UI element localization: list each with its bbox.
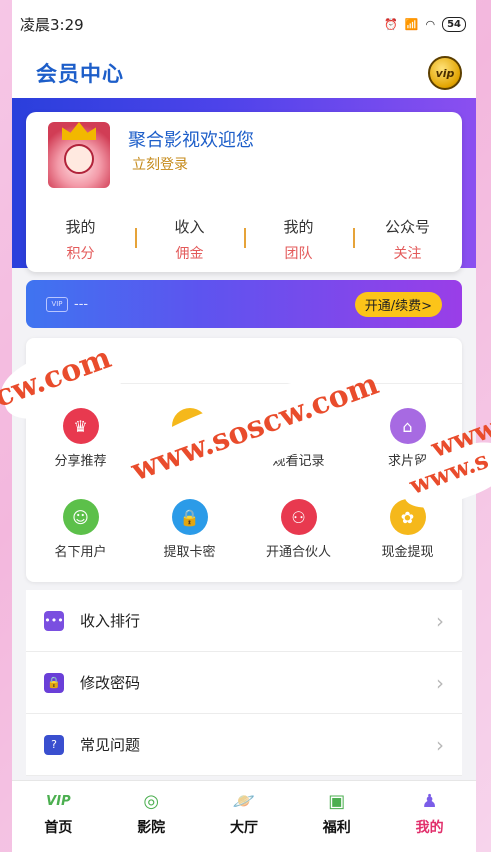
renew-button[interactable]: 开通/续费>	[354, 291, 442, 317]
stat-team[interactable]: 我的 团队	[244, 216, 353, 263]
menu-item-faq[interactable]: ? 常见问题 ›	[26, 714, 462, 776]
stat-label: 我的	[283, 218, 314, 236]
gift-icon: ▣	[328, 790, 346, 812]
status-icons: ⏰ 📶 ◠ 54	[384, 16, 466, 32]
tab-label: 影院	[137, 820, 166, 836]
stat-official-account[interactable]: 公众号 关注	[353, 216, 462, 263]
alarm-icon: ⏰	[384, 17, 398, 31]
tool-label: 现金提现	[381, 545, 434, 560]
stat-label: 我的	[65, 218, 96, 236]
stat-label: 收入	[174, 218, 205, 236]
avatar-face	[64, 144, 94, 174]
tab-welfare[interactable]: ▣ 福利	[290, 781, 383, 852]
bottom-tab-bar: VIP 首页 ◎ 影院 🪐 大厅 ▣ 福利 ♟ 我的	[12, 780, 476, 852]
page-header: 会员中心 vip	[12, 48, 476, 98]
tab-home[interactable]: VIP 首页	[12, 781, 105, 852]
welcome-text: 聚合影视欢迎您	[128, 130, 254, 151]
menu-item-change-password[interactable]: 🔒 修改密码 ›	[26, 652, 462, 714]
chevron-right-icon: ›	[436, 732, 444, 757]
lock-icon: 🔒	[171, 499, 208, 535]
menu-label: 修改密码	[80, 674, 141, 692]
tool-extract-card[interactable]: 🔒 提取卡密	[135, 499, 244, 560]
tab-label: 我的	[415, 820, 444, 836]
planet-icon: 🪐	[232, 790, 256, 812]
vip-badge-icon[interactable]: vip	[428, 56, 462, 90]
user-card-icon: ☺	[62, 499, 99, 535]
battery-icon: 54	[442, 16, 466, 32]
tab-mine[interactable]: ♟ 我的	[383, 781, 476, 852]
stat-label: 公众号	[384, 218, 430, 236]
menu-list: ••• 收入排行 › 🔒 修改密码 › ? 常见问题 ›	[26, 590, 462, 776]
stat-income[interactable]: 收入 佣金	[135, 216, 244, 263]
tab-hall[interactable]: 🪐 大厅	[198, 781, 291, 852]
vip-icon: VIP	[46, 793, 71, 809]
shop-icon: ⌂	[389, 408, 426, 444]
network-icon: ⚇	[280, 499, 317, 535]
avatar[interactable]	[48, 122, 110, 188]
vip-card-icon: VIP	[46, 296, 68, 312]
stat-value: 佣金	[175, 246, 204, 262]
stat-value: 积分	[66, 246, 95, 262]
menu-label: 收入排行	[80, 612, 141, 630]
tab-label: 首页	[44, 820, 73, 836]
tab-cinema[interactable]: ◎ 影院	[105, 781, 198, 852]
status-time: 凌晨3:29	[20, 15, 84, 34]
chevron-right-icon: ›	[436, 608, 444, 633]
login-link[interactable]: 立刻登录	[132, 154, 188, 174]
question-icon: ?	[44, 734, 64, 755]
stat-points[interactable]: 我的 积分	[26, 216, 135, 263]
chat-icon: •••	[44, 610, 64, 631]
tab-label: 大厅	[229, 820, 258, 836]
tool-cash-withdraw[interactable]: ✿ 现金提现	[353, 499, 462, 560]
wifi-icon: ◠	[425, 17, 436, 31]
tool-my-users[interactable]: ☺ 名下用户	[26, 499, 135, 560]
tool-label: 开通合伙人	[265, 545, 331, 560]
tool-label: 名下用户	[54, 545, 107, 560]
menu-item-income-ranking[interactable]: ••• 收入排行 ›	[26, 590, 462, 652]
stat-value: 关注	[393, 246, 422, 262]
vip-status-text: ---	[74, 296, 89, 312]
padlock-icon: 🔒	[44, 672, 64, 693]
tool-label: 分享推荐	[54, 454, 107, 469]
profile-card: 聚合影视欢迎您 立刻登录 我的 积分 收入 佣金 我的 团队 公众号 关注	[26, 112, 462, 272]
vip-status-bar: VIP --- 开通/续费>	[26, 280, 462, 328]
person-icon: ♟	[421, 790, 438, 812]
status-bar: 凌晨3:29 ⏰ 📶 ◠ 54	[12, 0, 476, 48]
vip-status: VIP ---	[46, 296, 89, 312]
signal-icon: 📶	[404, 17, 419, 31]
avatar-crown-icon	[62, 122, 96, 140]
stat-value: 团队	[284, 246, 313, 262]
film-reel-icon: ◎	[143, 790, 160, 812]
profile-stats: 我的 积分 收入 佣金 我的 团队 公众号 关注	[26, 216, 462, 263]
tool-label: 提取卡密	[163, 545, 216, 560]
menu-label: 常见问题	[80, 736, 141, 754]
page-title: 会员中心	[36, 62, 124, 86]
tool-become-partner[interactable]: ⚇ 开通合伙人	[244, 499, 353, 560]
tab-label: 福利	[322, 820, 351, 836]
chevron-right-icon: ›	[436, 670, 444, 695]
crown-icon: ♛	[62, 408, 99, 444]
